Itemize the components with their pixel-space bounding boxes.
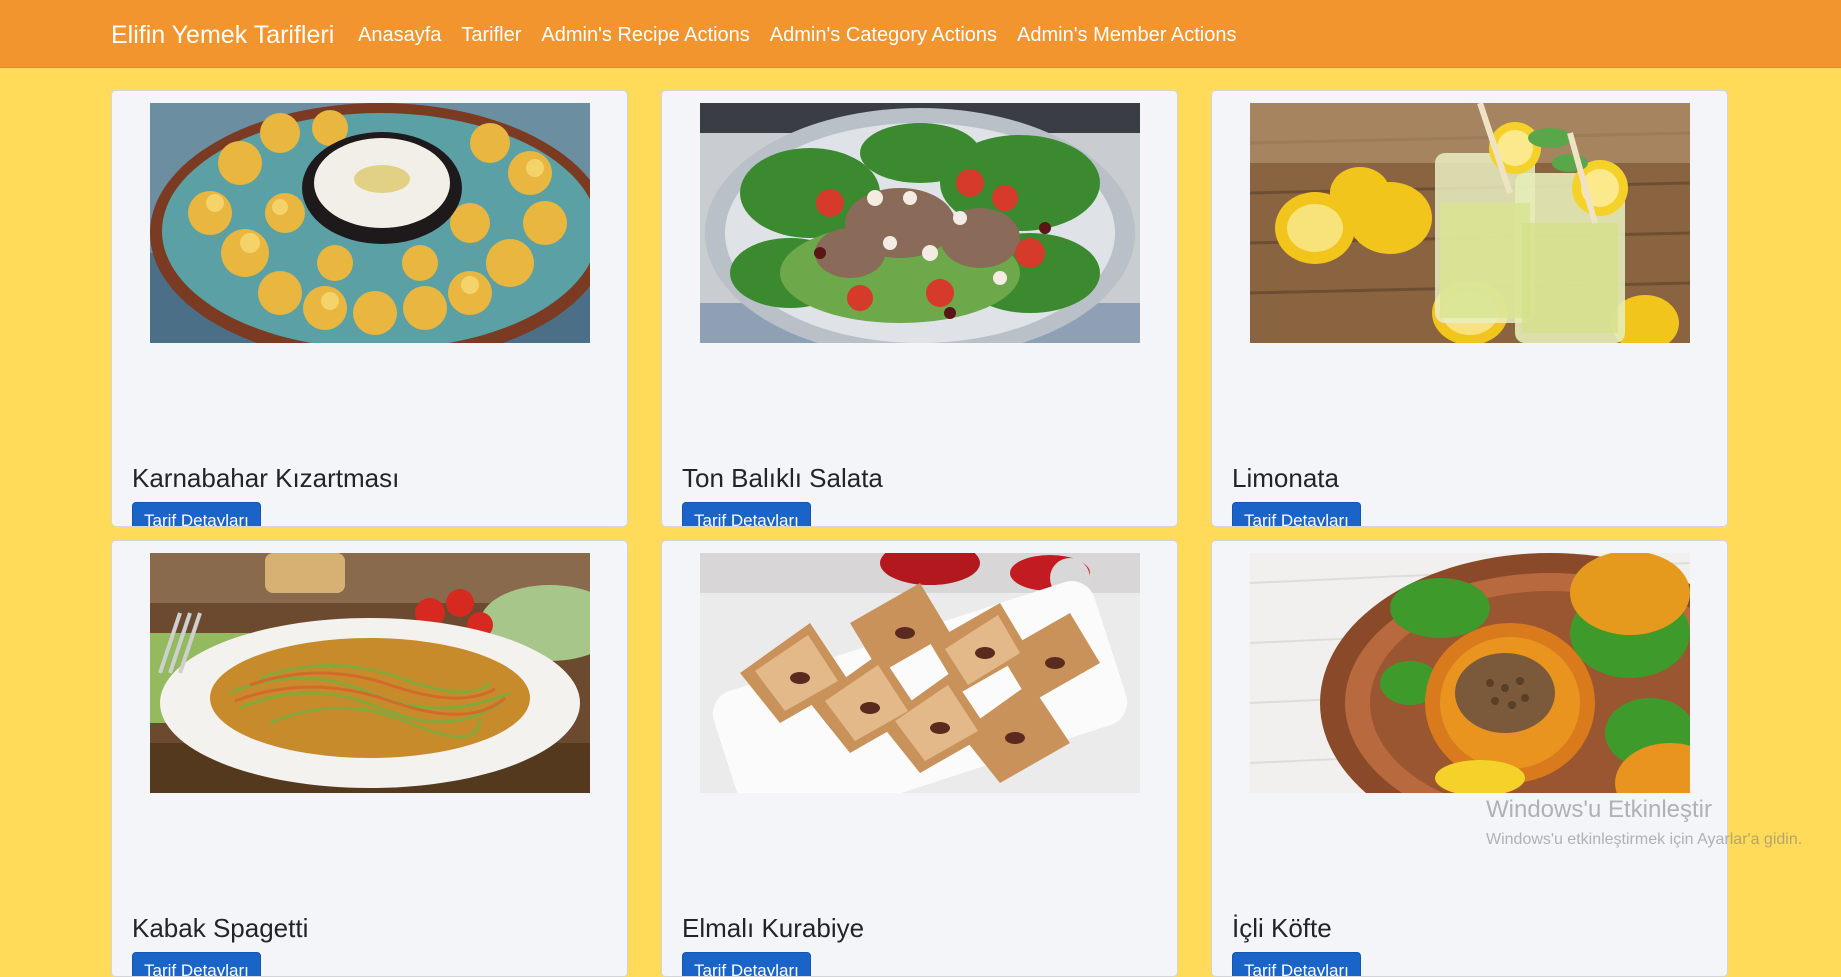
recipe-card: Ton Balıklı Salata Tarif Detayları — [661, 90, 1178, 527]
recipe-details-button[interactable]: Tarif Detayları — [682, 952, 811, 976]
recipe-title: Ton Balıklı Salata — [682, 463, 883, 493]
recipe-details-button[interactable]: Tarif Detayları — [132, 952, 261, 976]
recipe-card: Limonata Tarif Detayları — [1211, 90, 1728, 527]
brand-link[interactable]: Elifin Yemek Tarifleri — [111, 19, 334, 51]
nav-link-anasayfa[interactable]: Anasayfa — [358, 21, 441, 49]
nav-link-admin-member-actions[interactable]: Admin's Member Actions — [1017, 21, 1236, 49]
recipe-card: Elmalı Kurabiye Tarif Detayları — [661, 540, 1178, 977]
recipe-details-button[interactable]: Tarif Detayları — [1232, 502, 1361, 526]
recipe-title: Limonata — [1232, 463, 1339, 493]
recipe-card: Karnabahar Kızartması Tarif Detayları — [111, 90, 628, 527]
nav-links: Anasayfa Tarifler Admin's Recipe Actions… — [358, 21, 1236, 49]
recipe-title: Elmalı Kurabiye — [682, 913, 865, 943]
recipe-title: Karnabahar Kızartması — [132, 463, 400, 493]
recipe-image — [700, 103, 1140, 343]
recipe-title: İçli Köfte — [1232, 913, 1332, 943]
recipe-card: Kabak Spagetti Tarif Detayları — [111, 540, 628, 977]
navbar: Elifin Yemek Tarifleri Anasayfa Tarifler… — [0, 0, 1841, 68]
recipe-image — [1250, 553, 1690, 793]
recipe-image — [150, 103, 590, 343]
recipe-image — [700, 553, 1140, 793]
nav-link-tarifler[interactable]: Tarifler — [461, 21, 521, 49]
recipe-card: İçli Köfte Tarif Detayları — [1211, 540, 1728, 977]
recipe-details-button[interactable]: Tarif Detayları — [682, 502, 811, 526]
nav-link-admin-recipe-actions[interactable]: Admin's Recipe Actions — [541, 21, 749, 49]
recipe-details-button[interactable]: Tarif Detayları — [1232, 952, 1361, 976]
nav-link-admin-category-actions[interactable]: Admin's Category Actions — [770, 21, 997, 49]
recipe-image — [150, 553, 590, 793]
recipe-details-button[interactable]: Tarif Detayları — [132, 502, 261, 526]
recipe-image — [1250, 103, 1690, 343]
recipe-title: Kabak Spagetti — [132, 913, 309, 943]
